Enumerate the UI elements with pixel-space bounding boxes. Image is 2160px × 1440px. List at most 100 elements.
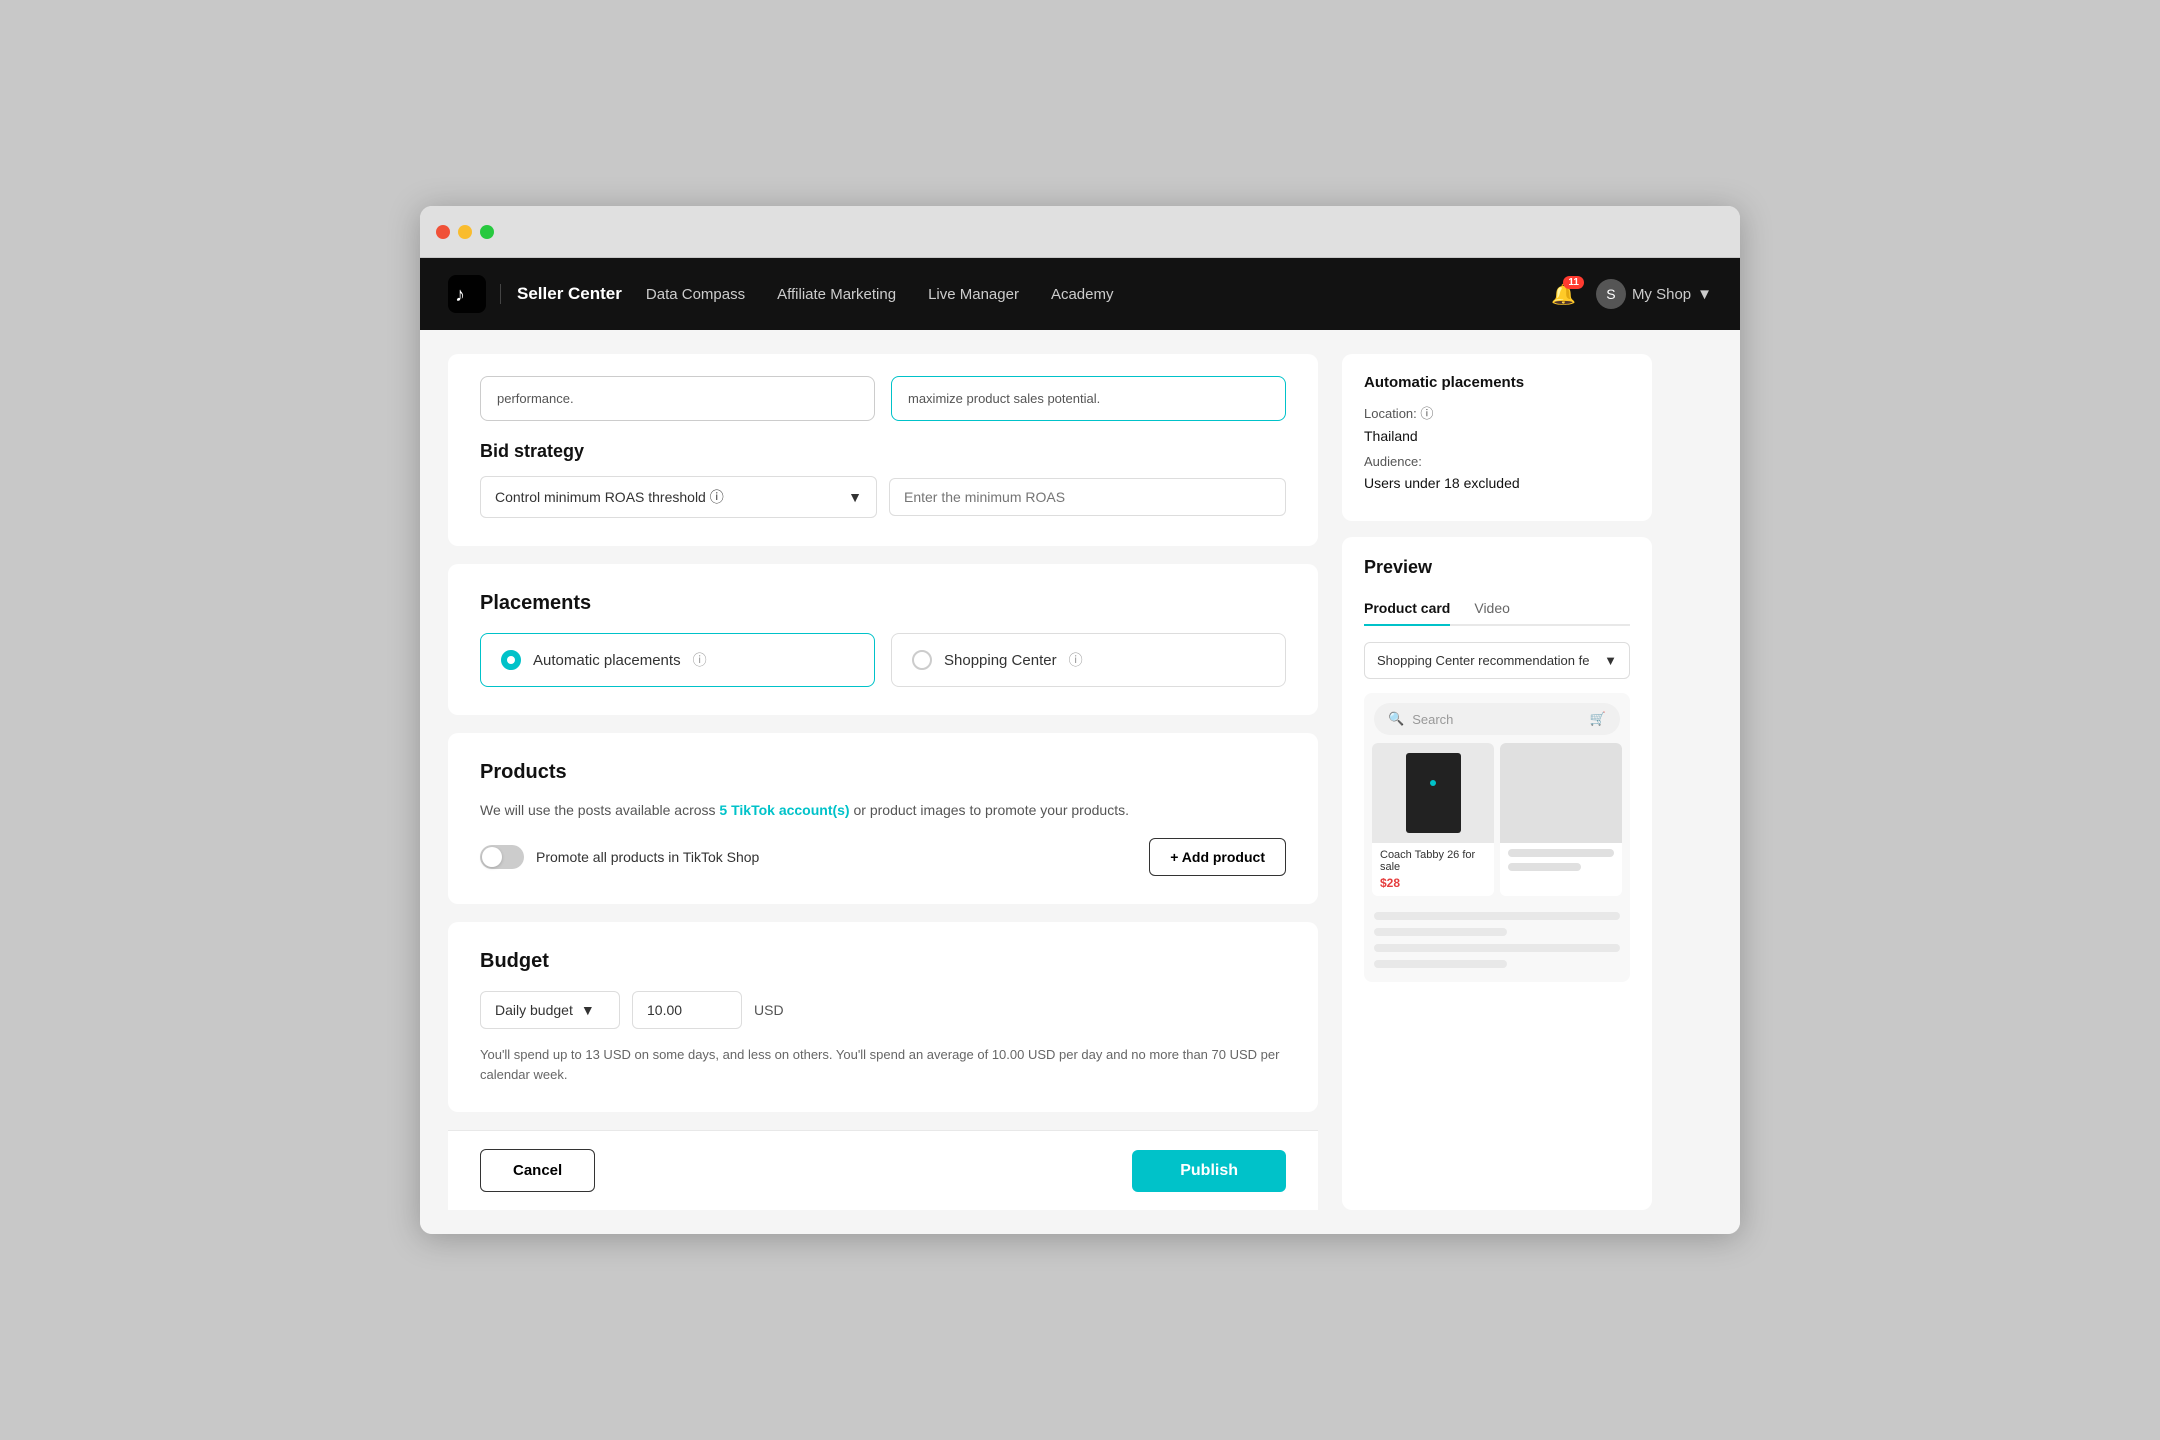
chevron-down-icon: ▼ [848,489,862,505]
brand-logo: ♪ Seller Center [448,275,622,313]
chevron-down-icon: ▼ [1604,653,1617,668]
budget-type-label: Daily budget [495,1002,573,1018]
skeleton-line-1 [1508,849,1614,857]
search-icon: 🔍 [1388,711,1404,727]
tiktok-accounts-link[interactable]: 5 TikTok account(s) [719,802,849,818]
bid-strategy-select-label: Control minimum ROAS threshold ⓘ [495,487,724,507]
products-row: Promote all products in TikTok Shop + Ad… [480,838,1286,876]
nav-link-academy[interactable]: Academy [1051,286,1114,303]
placement-options: Automatic placements ⓘ Shopping Center ⓘ [480,633,1286,687]
right-panel: Automatic placements Location: ⓘ Thailan… [1342,354,1652,1210]
budget-amount-input[interactable] [632,991,742,1029]
placement-option-auto[interactable]: Automatic placements ⓘ [480,633,875,687]
partial-options-row: performance. maximize product sales pote… [480,376,1286,421]
maximize-icon[interactable] [480,225,494,239]
budget-currency: USD [754,1002,784,1018]
main-content: performance. maximize product sales pote… [420,330,1740,1234]
browser-window: ♪ Seller Center Data Compass Affiliate M… [420,206,1740,1234]
help-icon-auto: ⓘ [693,650,707,670]
bid-strategy-label: Bid strategy [480,441,1286,462]
location-label: Location: ⓘ [1364,403,1630,422]
budget-note: You'll spend up to 13 USD on some days, … [480,1045,1286,1084]
browser-chrome [420,206,1740,258]
svg-text:♪: ♪ [455,284,465,306]
search-placeholder: Search [1412,712,1453,727]
placement-option-shopping[interactable]: Shopping Center ⓘ [891,633,1286,687]
budget-row: Daily budget ▼ USD [480,991,1286,1029]
seller-center-label: Seller Center [500,284,622,304]
partial-option-2: maximize product sales potential. [891,376,1286,421]
location-value: Thailand [1364,428,1630,444]
partial-option-1: performance. [480,376,875,421]
product-image-1 [1372,743,1494,843]
skeleton-row-2 [1374,928,1507,936]
toggle-thumb [482,847,502,867]
toggle-label: Promote all products in TikTok Shop [536,849,759,865]
budget-type-select[interactable]: Daily budget ▼ [480,991,620,1029]
cancel-button[interactable]: Cancel [480,1149,595,1192]
preview-placement-dropdown[interactable]: Shopping Center recommendation fe ▼ [1364,642,1630,679]
preview-tabs: Product card Video [1364,592,1630,626]
product-info-1: Coach Tabby 26 for sale $28 [1372,843,1494,896]
notifications-icon[interactable]: 🔔 11 [1551,282,1576,307]
products-title: Products [480,761,1286,784]
preview-title: Preview [1364,557,1630,578]
nav-links: Data Compass Affiliate Marketing Live Ma… [646,286,1551,303]
product-grid: Coach Tabby 26 for sale $28 [1364,743,1630,904]
audience-value: Users under 18 excluded [1364,475,1630,491]
placements-card: Placements Automatic placements ⓘ Shoppi… [448,564,1318,715]
nav-link-data-compass[interactable]: Data Compass [646,286,745,303]
my-shop-button[interactable]: S My Shop ▼ [1596,279,1712,309]
left-panel: performance. maximize product sales pote… [448,354,1318,1210]
close-icon[interactable] [436,225,450,239]
search-bar-mock: 🔍 Search 🛒 [1374,703,1620,735]
minimize-icon[interactable] [458,225,472,239]
nav-link-affiliate-marketing[interactable]: Affiliate Marketing [777,286,896,303]
audience-label: Audience: [1364,454,1630,469]
preview-mock-phone: 🔍 Search 🛒 [1364,693,1630,982]
tab-video[interactable]: Video [1474,592,1510,626]
publish-button[interactable]: Publish [1132,1150,1286,1192]
bid-roas-input[interactable] [889,478,1286,516]
navbar: ♪ Seller Center Data Compass Affiliate M… [420,258,1740,330]
products-subtitle-before: We will use the posts available across [480,802,719,818]
tiktok-icon: ♪ [448,275,486,313]
bid-strategy-card: performance. maximize product sales pote… [448,354,1318,546]
bottom-bar: Cancel Publish [448,1130,1318,1210]
add-product-button[interactable]: + Add product [1149,838,1286,876]
tab-product-card[interactable]: Product card [1364,592,1450,626]
bid-row: Control minimum ROAS threshold ⓘ ▼ [480,476,1286,518]
my-shop-label: My Shop [1632,286,1691,303]
products-card: Products We will use the posts available… [448,733,1318,904]
budget-title: Budget [480,950,1286,973]
skeleton-line-2 [1508,863,1581,871]
skeleton-row-1 [1374,912,1620,920]
notification-badge: 11 [1563,276,1584,289]
radio-shopping [912,650,932,670]
shop-avatar: S [1596,279,1626,309]
nav-link-live-manager[interactable]: Live Manager [928,286,1019,303]
placement-shopping-label: Shopping Center [944,652,1057,669]
budget-card: Budget Daily budget ▼ USD You'll spend u… [448,922,1318,1112]
preview-card: Preview Product card Video Shopping Cent… [1342,537,1652,1210]
toggle-row: Promote all products in TikTok Shop [480,845,759,869]
product-card-2 [1500,743,1622,896]
chevron-down-icon: ▼ [1697,286,1712,303]
navbar-right: 🔔 11 S My Shop ▼ [1551,279,1712,309]
auto-placements-info-card: Automatic placements Location: ⓘ Thailan… [1342,354,1652,521]
preview-dropdown-label: Shopping Center recommendation fe [1377,653,1589,668]
chevron-down-icon: ▼ [581,1002,595,1018]
placements-title: Placements [480,592,1286,615]
help-icon-shopping: ⓘ [1069,650,1083,670]
skeleton-row-3 [1374,944,1620,952]
product-name-1: Coach Tabby 26 for sale [1380,849,1486,873]
product-card-1: Coach Tabby 26 for sale $28 [1372,743,1494,896]
products-subtitle: We will use the posts available across 5… [480,802,1286,818]
product-image-2 [1500,743,1622,843]
bid-strategy-select[interactable]: Control minimum ROAS threshold ⓘ ▼ [480,476,877,518]
products-subtitle-after: or product images to promote your produc… [850,802,1129,818]
cart-icon: 🛒 [1590,711,1606,727]
product-figure [1406,753,1461,833]
promote-all-toggle[interactable] [480,845,524,869]
product-price-1: $28 [1380,876,1486,890]
